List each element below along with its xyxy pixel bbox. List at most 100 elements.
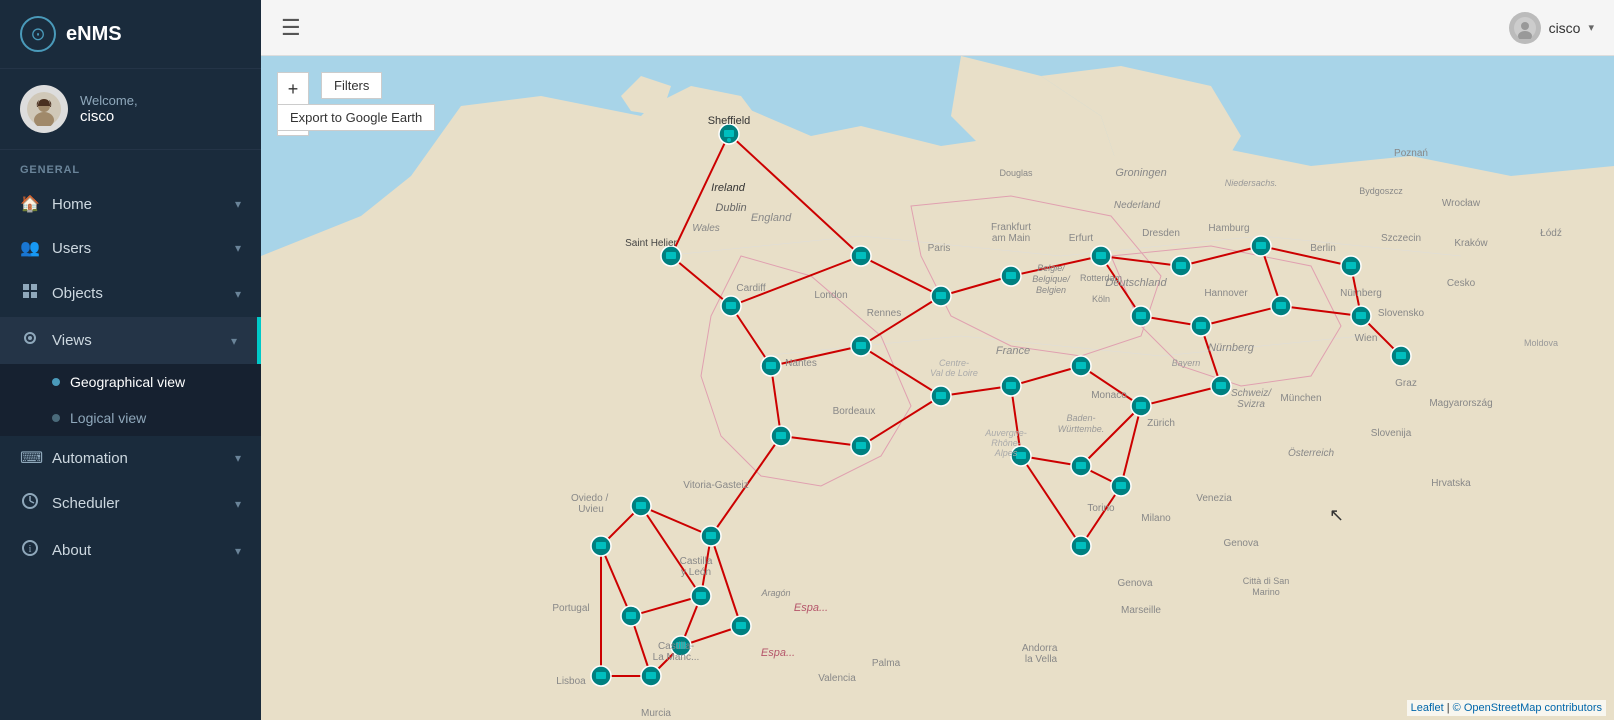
svg-text:Slovensko: Slovensko [1378, 308, 1425, 319]
automation-chevron-icon: ▾ [235, 451, 241, 465]
sidebar-item-scheduler[interactable]: Scheduler ▾ [0, 480, 261, 527]
svg-text:Berlin: Berlin [1310, 243, 1336, 254]
svg-text:Magyarország: Magyarország [1429, 398, 1492, 409]
svg-text:Andorra la Vella: Andorra la Vella [1022, 643, 1060, 665]
svg-text:Groningen: Groningen [1115, 167, 1166, 179]
main-content: ☰ cisco ▾ [261, 0, 1614, 720]
svg-text:i: i [29, 544, 32, 555]
svg-text:Cardiff: Cardiff [736, 283, 765, 294]
svg-text:Milano: Milano [1141, 513, 1171, 524]
svg-text:Espa...: Espa... [794, 602, 828, 614]
sidebar-item-about[interactable]: i About ▾ [0, 527, 261, 574]
filters-button[interactable]: Filters [321, 72, 382, 99]
topbar: ☰ cisco ▾ [261, 0, 1614, 56]
svg-text:Niedersachs.: Niedersachs. [1225, 178, 1278, 188]
svg-text:Moldova: Moldova [1524, 338, 1558, 348]
svg-text:Torino: Torino [1087, 503, 1115, 514]
leaflet-link[interactable]: Leaflet [1411, 702, 1444, 714]
about-chevron-icon: ▾ [235, 544, 241, 558]
sidebar-item-scheduler-label: Scheduler [52, 495, 120, 512]
sidebar-item-home[interactable]: 🏠 Home ▾ [0, 182, 261, 226]
svg-text:Erfurt: Erfurt [1069, 233, 1094, 244]
objects-icon [20, 282, 40, 305]
sidebar-item-views[interactable]: Views ▾ [0, 317, 261, 364]
svg-text:Vitoria-Gasteiz: Vitoria-Gasteiz [683, 480, 748, 491]
user-info: Welcome, cisco [80, 93, 138, 125]
svg-text:↖: ↖ [1329, 505, 1344, 525]
sidebar-item-logical-view[interactable]: Logical view [0, 400, 261, 436]
topbar-user-name[interactable]: cisco [1549, 20, 1581, 36]
svg-text:Rotterdam: Rotterdam [1080, 273, 1122, 283]
sidebar-item-automation-label: Automation [52, 450, 128, 467]
svg-text:Palma: Palma [872, 658, 901, 669]
svg-text:Zürich: Zürich [1147, 418, 1175, 429]
topbar-right: cisco ▾ [1509, 12, 1594, 44]
topbar-user-avatar [1509, 12, 1541, 44]
sidebar-item-objects[interactable]: Objects ▾ [0, 270, 261, 317]
svg-text:Genova: Genova [1117, 578, 1152, 589]
svg-text:Paris: Paris [928, 243, 951, 254]
sidebar-logo: ⊙ eNMS [0, 0, 261, 69]
general-section-label: GENERAL [0, 150, 261, 182]
svg-text:Köln: Köln [1092, 294, 1110, 304]
svg-text:Val de Loire: Val de Loire [930, 368, 978, 378]
geographical-view-label: Geographical view [70, 374, 185, 390]
svg-text:Cesko: Cesko [1447, 278, 1476, 289]
svg-text:Saint Helier: Saint Helier [625, 238, 677, 249]
svg-text:Rhône-: Rhône- [991, 438, 1021, 448]
app-logo-icon: ⊙ [20, 16, 56, 52]
svg-text:Centre-: Centre- [939, 358, 969, 368]
svg-text:Valencia: Valencia [818, 673, 856, 684]
hamburger-menu-button[interactable]: ☰ [281, 15, 301, 41]
home-icon: 🏠 [20, 194, 40, 214]
svg-text:Genova: Genova [1223, 538, 1258, 549]
sidebar-item-geographical-view[interactable]: Geographical view [0, 364, 261, 400]
logical-view-label: Logical view [70, 410, 146, 426]
users-icon: 👥 [20, 238, 40, 258]
about-icon: i [20, 539, 40, 562]
svg-text:Wrocław: Wrocław [1442, 198, 1481, 209]
svg-text:Hamburg: Hamburg [1208, 223, 1249, 234]
user-name-text: cisco [80, 108, 138, 125]
sidebar-item-automation[interactable]: ⌨ Automation ▾ [0, 436, 261, 480]
objects-chevron-icon: ▾ [235, 287, 241, 301]
svg-text:Dresden: Dresden [1142, 228, 1180, 239]
svg-text:Auvergne-: Auvergne- [984, 428, 1027, 438]
osm-link[interactable]: © OpenStreetMap contributors [1453, 702, 1602, 714]
scheduler-icon [20, 492, 40, 515]
zoom-in-button[interactable]: + [277, 72, 309, 104]
svg-text:Nederland: Nederland [1114, 200, 1161, 211]
svg-text:Nürnberg: Nürnberg [1340, 288, 1382, 299]
svg-text:München: München [1280, 393, 1321, 404]
svg-text:Castilla-La Manc...: Castilla-La Manc... [653, 641, 700, 663]
svg-text:Slovenija: Slovenija [1371, 428, 1412, 439]
svg-text:Douglas: Douglas [999, 168, 1033, 178]
svg-text:Bordeaux: Bordeaux [833, 406, 876, 417]
svg-text:Poznań: Poznań [1394, 148, 1428, 159]
svg-text:Szczecin: Szczecin [1381, 233, 1421, 244]
svg-text:Nürnberg: Nürnberg [1208, 342, 1255, 354]
user-section: Welcome, cisco [0, 69, 261, 150]
user-welcome-text: Welcome, [80, 93, 138, 108]
svg-text:France: France [996, 345, 1030, 357]
map-svg: Sheffield Saint Helier Ireland Dublin Wa… [261, 56, 1614, 720]
svg-text:Hrvatska: Hrvatska [1431, 478, 1471, 489]
topbar-user-chevron-icon[interactable]: ▾ [1588, 21, 1594, 34]
sidebar-item-about-label: About [52, 542, 91, 559]
map-attribution: Leaflet | © OpenStreetMap contributors [1407, 700, 1606, 716]
svg-text:Nantes: Nantes [785, 358, 817, 369]
svg-text:Graz: Graz [1395, 378, 1417, 389]
sidebar-item-users[interactable]: 👥 Users ▾ [0, 226, 261, 270]
views-icon [20, 329, 40, 352]
map-container[interactable]: Sheffield Saint Helier Ireland Dublin Wa… [261, 56, 1614, 720]
svg-text:Österreich: Österreich [1288, 447, 1335, 459]
scheduler-chevron-icon: ▾ [235, 497, 241, 511]
svg-text:Rennes: Rennes [867, 308, 901, 319]
views-submenu: Geographical view Logical view [0, 364, 261, 436]
svg-text:Bydgoszcz: Bydgoszcz [1359, 186, 1403, 196]
svg-text:Venezia: Venezia [1196, 493, 1232, 504]
svg-text:Hannover: Hannover [1204, 288, 1248, 299]
svg-text:London: London [814, 290, 847, 301]
svg-text:Portugal: Portugal [552, 603, 589, 614]
export-google-earth-button[interactable]: Export to Google Earth [277, 104, 435, 131]
